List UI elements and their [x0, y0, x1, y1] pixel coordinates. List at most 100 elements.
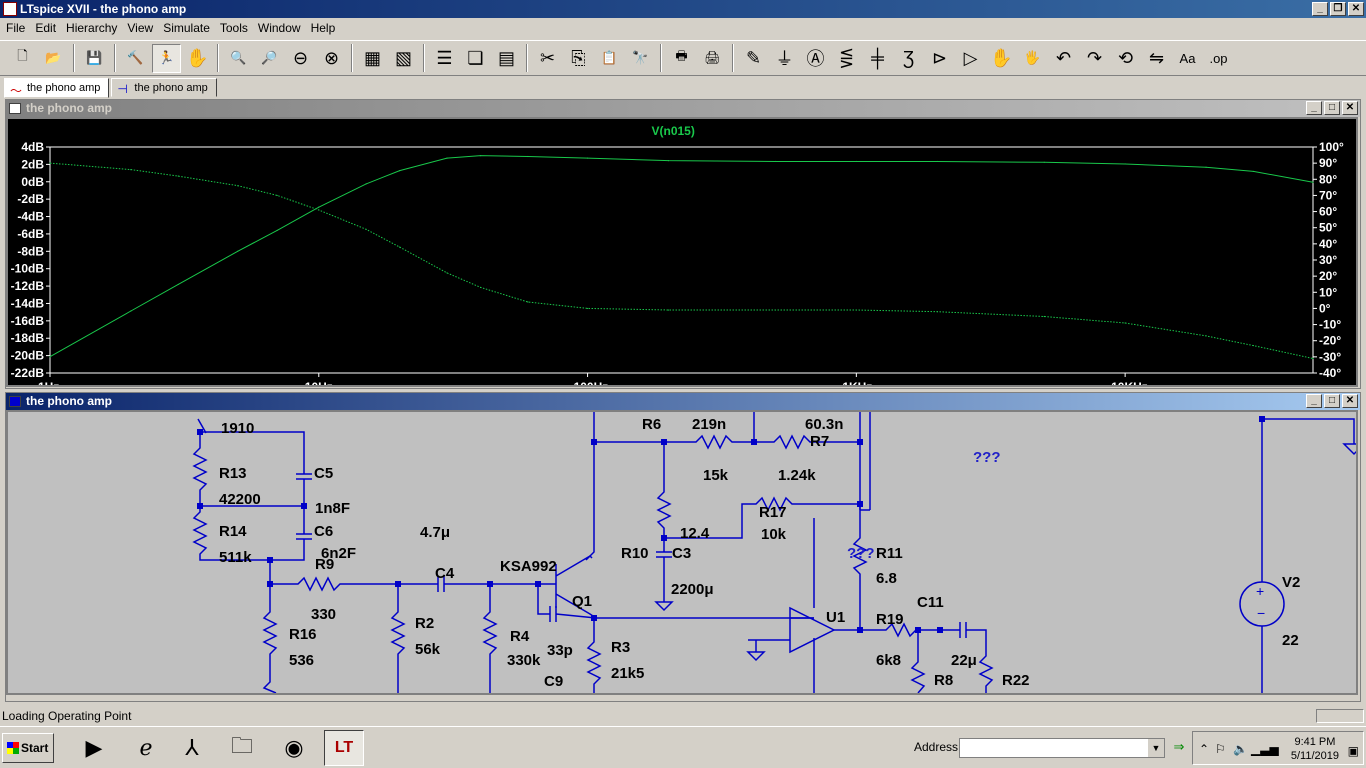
schematic-label[interactable]: 21k5 [611, 665, 644, 682]
waveform-close-button[interactable]: ✕ [1342, 101, 1358, 115]
ltspice-app-icon[interactable] [3, 2, 17, 16]
voltage-source-v2[interactable]: + − [1239, 581, 1285, 627]
waveform-maximize-button[interactable]: □ [1324, 101, 1340, 115]
capacitor-icon[interactable]: ╪ [863, 44, 892, 73]
zoom-area-icon[interactable]: 🔍 [224, 44, 253, 73]
schematic-label[interactable]: 330k [507, 652, 541, 669]
schematic-label[interactable]: R2 [415, 615, 434, 632]
schematic-label[interactable]: 1n8F [315, 500, 350, 517]
wire-icon[interactable]: ✎ [739, 44, 768, 73]
network-icon[interactable]: ▁▃▅ [1251, 742, 1279, 756]
trace-label[interactable]: V(n015) [652, 124, 695, 138]
schematic-label[interactable]: R8 [934, 672, 953, 689]
tile-horizontal-icon[interactable]: ☰ [430, 44, 459, 73]
tile-vertical-icon[interactable]: ▤ [492, 44, 521, 73]
new-schematic-icon[interactable]: 🗋 [8, 44, 37, 73]
schematic-drawing[interactable]: + − 1910R1342200C51n8FR14511kC66n2FR9330… [8, 412, 1356, 693]
schematic-label[interactable]: C3 [672, 545, 691, 562]
schematic-label[interactable]: R4 [510, 628, 530, 645]
address-dropdown-icon[interactable]: ▼ [1148, 739, 1164, 757]
start-button[interactable]: Start [2, 733, 54, 763]
find-icon[interactable]: 🔭 [626, 44, 655, 73]
media-player-icon[interactable]: ▶ [74, 730, 114, 766]
schematic-label[interactable]: C5 [314, 465, 333, 482]
close-button[interactable]: ✕ [1348, 2, 1364, 16]
cut-icon[interactable]: ✂ [533, 44, 562, 73]
schematic-label[interactable]: 219n [692, 416, 726, 433]
menu-hierarchy[interactable]: Hierarchy [62, 18, 123, 38]
schematic-label[interactable]: Q1 [572, 593, 592, 610]
paste-icon[interactable]: 📋 [595, 44, 624, 73]
schematic-label[interactable]: 12.4 [680, 525, 710, 542]
print-icon[interactable]: 🖶 [667, 44, 696, 73]
copy-icon[interactable]: ⎘ [564, 44, 593, 73]
action-center-icon[interactable]: ⚐ [1215, 742, 1226, 756]
show-desktop-icon[interactable]: ▣ [1348, 744, 1359, 758]
rotate-icon[interactable]: ⟲ [1111, 44, 1140, 73]
schematic-label[interactable]: 33p [547, 642, 573, 659]
tab-waveform[interactable]: 〜 the phono amp [4, 78, 110, 98]
volume-icon[interactable]: 🔈 [1233, 742, 1248, 756]
bode-plot[interactable]: V(n015) 1Hz 10Hz 100Hz 1KHz 10KHz 4dB 2dB 0dB -2d… [8, 119, 1356, 394]
schematic-label[interactable]: 511k [219, 549, 252, 566]
control-panel-icon[interactable]: 🔨 [121, 44, 150, 73]
label-net-icon[interactable]: Ⓐ [801, 44, 830, 73]
halt-icon[interactable]: ✋ [183, 44, 212, 73]
redo-icon[interactable]: ↷ [1080, 44, 1109, 73]
spice-directive-icon[interactable]: .op [1204, 44, 1233, 73]
pick-visible-traces-icon[interactable]: ▧ [389, 44, 418, 73]
mirror-icon[interactable]: ⇋ [1142, 44, 1171, 73]
schematic-label[interactable]: 10k [761, 526, 787, 543]
internet-explorer-icon[interactable]: ℯ [126, 730, 166, 766]
menu-view[interactable]: View [123, 18, 159, 38]
menu-help[interactable]: Help [307, 18, 342, 38]
diode-icon[interactable]: ⊳ [925, 44, 954, 73]
run-icon[interactable]: 🏃 [152, 43, 181, 73]
schematic-label[interactable]: ??? [847, 545, 875, 562]
schematic-label[interactable]: U1 [826, 609, 845, 626]
schematic-label[interactable]: R3 [611, 639, 630, 656]
clock[interactable]: 9:41 PM 5/11/2019 [1291, 735, 1339, 763]
schematic-label[interactable]: 2200μ [671, 581, 714, 598]
schematic-canvas[interactable]: + − 1910 R13 42200 C5 1n8F R14 511k C6 6n2F R9 330… [6, 410, 1358, 695]
schematic-label[interactable]: R6 [642, 416, 661, 433]
schematic-label[interactable]: 6k8 [876, 652, 901, 669]
menu-simulate[interactable]: Simulate [159, 18, 216, 38]
zoom-out-icon[interactable]: ⊖ [286, 44, 315, 73]
schematic-label[interactable]: C6 [314, 523, 333, 540]
text-icon[interactable]: Aa [1173, 44, 1202, 73]
component-icon[interactable]: ▷ [956, 44, 985, 73]
cascade-icon[interactable]: ❏ [461, 44, 490, 73]
undo-icon[interactable]: ↶ [1049, 44, 1078, 73]
schematic-label[interactable]: 1.24k [778, 467, 816, 484]
schematic-label[interactable]: 22μ [951, 652, 977, 669]
schematic-label[interactable]: R10 [621, 545, 649, 562]
print-preview-icon[interactable]: 🖨 [698, 44, 727, 73]
open-icon[interactable]: 📂 [39, 44, 68, 73]
magnitude-trace[interactable] [49, 155, 1314, 358]
waveform-minimize-button[interactable]: _ [1306, 101, 1322, 115]
schematic-label[interactable]: R11 [876, 545, 903, 562]
firefox-icon[interactable]: ◉ [274, 730, 314, 766]
schematic-label[interactable]: R7 [810, 433, 829, 450]
schematic-label[interactable]: 60.3n [805, 416, 843, 433]
schematic-label[interactable]: 56k [415, 641, 441, 658]
schematic-label[interactable]: 1910 [221, 420, 254, 437]
schematic-label[interactable]: 330 [311, 606, 336, 623]
ground-icon[interactable]: ⏚ [770, 44, 799, 73]
schematic-label[interactable]: R14 [219, 523, 247, 540]
schematic-label[interactable]: R19 [876, 611, 904, 628]
schematic-label[interactable]: 22 [1282, 632, 1299, 649]
pdf-reader-icon[interactable]: ⅄ [172, 730, 212, 766]
schematic-minimize-button[interactable]: _ [1306, 394, 1322, 408]
schematic-label[interactable]: 42200 [219, 491, 261, 508]
phase-trace[interactable] [49, 162, 1314, 359]
ltspice-taskbar-icon[interactable]: LT [324, 730, 364, 766]
schematic-maximize-button[interactable]: □ [1324, 394, 1340, 408]
schematic-label[interactable]: 536 [289, 652, 314, 669]
drag-icon[interactable]: 🖐 [1018, 44, 1047, 73]
file-explorer-icon[interactable]: 🗀 [222, 730, 262, 766]
menu-window[interactable]: Window [254, 18, 307, 38]
inductor-icon[interactable]: Ʒ [894, 44, 923, 73]
show-hidden-icons-icon[interactable]: ⌃ [1199, 742, 1209, 756]
